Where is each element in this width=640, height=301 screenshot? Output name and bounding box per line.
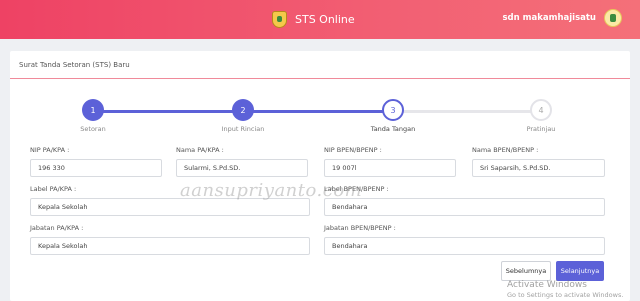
jabatan-bpen-label: Jabatan BPEN/BPENP : <box>324 224 396 232</box>
step-tanda-tangan[interactable]: 3 Tanda Tangan <box>343 99 443 133</box>
label-bpen-input[interactable]: Bendahara <box>324 198 605 216</box>
nip-bpen-input[interactable]: 19 007l <box>324 159 456 177</box>
previous-button[interactable]: Sebelumnya <box>501 261 551 281</box>
field-nip-pa-kpa: NIP PA/KPA : 196 330 <box>30 146 162 177</box>
field-jabatan-pa-kpa: Jabatan PA/KPA : Kepala Sekolah <box>30 224 310 255</box>
card-title: Surat Tanda Setoran (STS) Baru <box>19 60 130 69</box>
step-setoran[interactable]: 1 Setoran <box>43 99 143 133</box>
step-label: Tanda Tangan <box>370 125 416 133</box>
jabatan-pa-kpa-input[interactable]: Kepala Sekolah <box>30 237 310 255</box>
card-header: Surat Tanda Setoran (STS) Baru <box>10 51 630 79</box>
nip-bpen-label: NIP BPEN/BPENP : <box>324 146 382 154</box>
step-circle: 4 <box>530 99 552 121</box>
field-nama-bpen: Nama BPEN/BPENP : Sri Saparsih, S.Pd.SD. <box>472 146 605 177</box>
field-jabatan-bpen: Jabatan BPEN/BPENP : Bendahara <box>324 224 605 255</box>
activate-windows-notice: Activate Windows Go to Settings to activ… <box>507 280 623 299</box>
activate-windows-subtitle: Go to Settings to activate Windows. <box>507 291 624 299</box>
field-nama-pa-kpa: Nama PA/KPA : Sularmi, S.Pd.SD. <box>176 146 308 177</box>
user-name: sdn makamhajisatu <box>502 13 596 23</box>
step-label: Pratinjau <box>526 125 556 133</box>
label-bpen-label: Label BPEN/BPENP : <box>324 185 389 193</box>
nama-bpen-input[interactable]: Sri Saparsih, S.Pd.SD. <box>472 159 605 177</box>
nip-pa-kpa-label: NIP PA/KPA : <box>30 146 70 154</box>
step-circle: 1 <box>82 99 104 121</box>
nama-bpen-label: Nama BPEN/BPENP : <box>472 146 539 154</box>
next-button[interactable]: Selanjutnya <box>556 261 604 281</box>
nip-pa-kpa-input[interactable]: 196 330 <box>30 159 162 177</box>
jateng-crest-icon <box>272 10 287 28</box>
wizard-stepper: 1 Setoran 2 Input Rincian 3 Tanda Tangan… <box>10 99 630 139</box>
step-circle: 3 <box>382 99 404 121</box>
field-label-bpen: Label BPEN/BPENP : Bendahara <box>324 185 605 216</box>
step-pratinjau[interactable]: 4 Pratinjau <box>491 99 591 133</box>
step-input-rincian[interactable]: 2 Input Rincian <box>193 99 293 133</box>
sts-form-card: Surat Tanda Setoran (STS) Baru 1 Setoran… <box>10 51 630 301</box>
app-title: STS Online <box>295 12 355 26</box>
nama-pa-kpa-label: Nama PA/KPA : <box>176 146 224 154</box>
nama-pa-kpa-input[interactable]: Sularmi, S.Pd.SD. <box>176 159 308 177</box>
jabatan-bpen-input[interactable]: Bendahara <box>324 237 605 255</box>
step-label: Setoran <box>80 125 106 133</box>
step-circle: 2 <box>232 99 254 121</box>
field-nip-bpen: NIP BPEN/BPENP : 19 007l <box>324 146 456 177</box>
activate-windows-title: Activate Windows <box>507 280 587 290</box>
watermark-text: aansupriyanto.com <box>180 180 363 201</box>
avatar[interactable] <box>604 9 622 27</box>
step-label: Input Rincian <box>221 125 265 133</box>
jabatan-pa-kpa-label: Jabatan PA/KPA : <box>30 224 84 232</box>
user-menu[interactable]: sdn makamhajisatu <box>502 9 622 27</box>
brand[interactable]: STS Online <box>272 9 355 29</box>
top-navbar: STS Online sdn makamhajisatu <box>0 0 640 39</box>
